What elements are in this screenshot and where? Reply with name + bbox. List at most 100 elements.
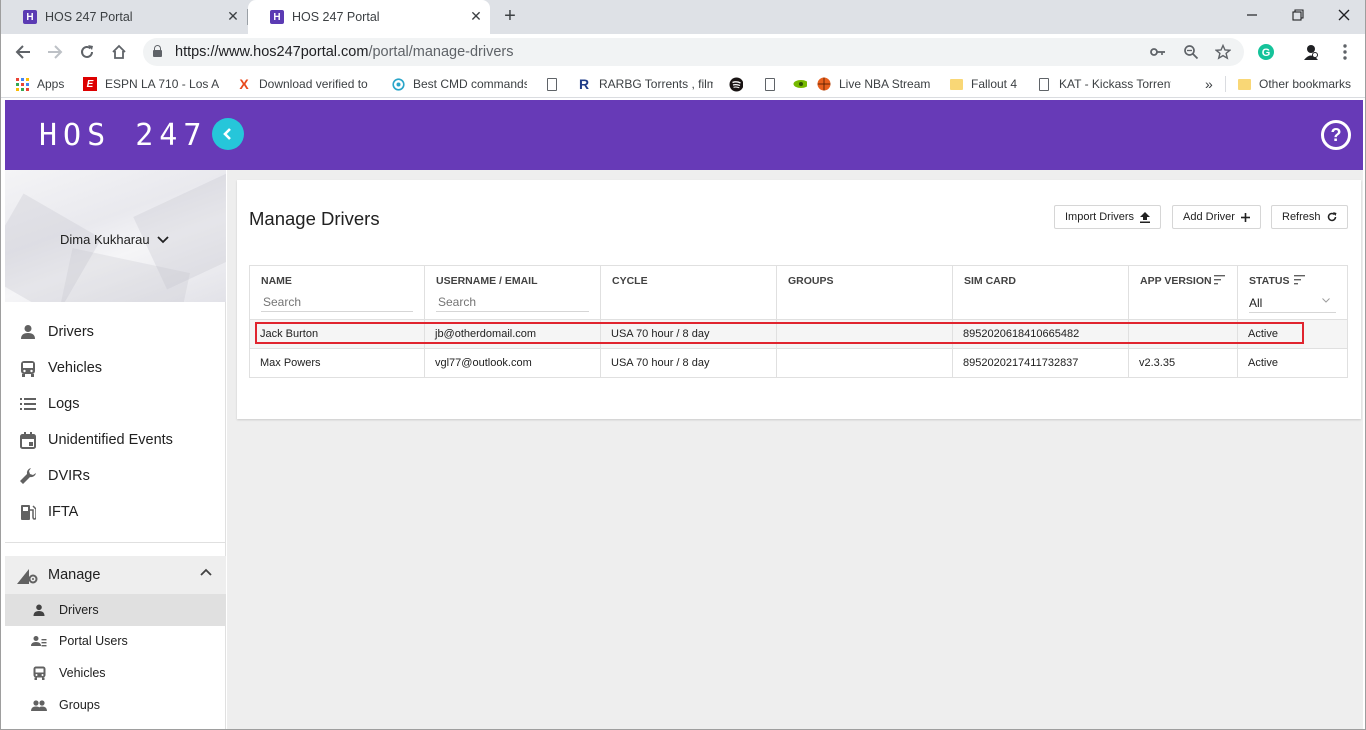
user-menu-toggle[interactable]: Dima Kukharau (60, 232, 169, 247)
sidebar-subitem-label: Drivers (59, 603, 99, 617)
cell-status: Active (1237, 319, 1348, 349)
bookmark-separator (1225, 76, 1226, 92)
sidebar-item-dvirs[interactable]: DVIRs (5, 458, 226, 494)
sidebar-item-drivers[interactable]: Drivers (5, 314, 226, 350)
sidebar-item-label: DVIRs (48, 468, 90, 484)
bookmark-label: ESPN LA 710 - Los An (105, 77, 219, 91)
browser-toolbar: https://www.hos247portal.com/portal/mana… (1, 34, 1365, 70)
sidebar-subitem-groups[interactable]: Groups (5, 689, 226, 721)
bookmark-page-2[interactable] (763, 75, 781, 93)
column-header-status[interactable]: STATUS All (1237, 265, 1348, 320)
bookmark-espn[interactable]: E ESPN LA 710 - Los An (83, 75, 219, 93)
x-icon: X (239, 76, 249, 92)
help-icon[interactable]: ? (1321, 120, 1351, 150)
table-row[interactable]: Jack Burton jb@otherdomail.com USA 70 ho… (249, 319, 1348, 349)
sidebar-group-manage[interactable]: Manage (5, 556, 226, 594)
sidebar-subitem-drivers[interactable]: Drivers (5, 594, 226, 626)
close-tab-icon[interactable]: ✕ (225, 8, 241, 24)
close-window-icon[interactable] (1321, 2, 1365, 28)
key-icon[interactable] (1148, 42, 1168, 62)
bookmark-download-verified[interactable]: X Download verified to (237, 75, 373, 93)
more-bookmarks-chevron-icon[interactable]: » (1205, 75, 1217, 93)
bookmark-live-nba[interactable]: Live NBA Stream (817, 75, 933, 93)
sidebar-item-logs[interactable]: Logs (5, 386, 226, 422)
bookmark-spotify[interactable] (729, 75, 747, 93)
minimize-icon[interactable] (1229, 2, 1275, 28)
folder-icon (949, 77, 963, 91)
bookmark-other-bookmarks[interactable]: Other bookmarks (1237, 75, 1357, 93)
sidebar-item-label: Unidentified Events (48, 432, 173, 448)
sort-filter-icon[interactable] (1294, 275, 1306, 285)
bookmark-eye[interactable] (793, 75, 811, 93)
cell-status: Active (1237, 348, 1348, 378)
bookmark-fallout-4[interactable]: Fallout 4 (949, 75, 1029, 93)
cell-groups (776, 348, 953, 378)
column-header-app-version[interactable]: APP VERSION (1128, 265, 1238, 320)
cell-email: jb@otherdomail.com (424, 319, 601, 349)
grammarly-icon[interactable]: G (1256, 42, 1276, 62)
button-label: Refresh (1282, 211, 1321, 223)
new-tab-plus-icon[interactable]: + (500, 5, 520, 27)
zoom-icon[interactable] (1181, 42, 1201, 62)
bookmark-label: Other bookmarks (1259, 77, 1352, 91)
browser-tab-2-active[interactable]: H HOS 247 Portal ✕ (248, 0, 490, 34)
user-profile-panel: Dima Kukharau (5, 170, 226, 302)
chevron-left-icon (223, 128, 231, 140)
bookmark-best-cmd[interactable]: Best CMD commands (391, 75, 527, 93)
sidebar-item-vehicles[interactable]: Vehicles (5, 350, 226, 386)
bookmark-rarbg[interactable]: R RARBG Torrents , film (577, 75, 713, 93)
sidebar-item-ifta[interactable]: IFTA (5, 494, 226, 530)
email-search-input[interactable] (436, 293, 589, 312)
bookmark-label: Fallout 4 (971, 77, 1018, 91)
name-search-input[interactable] (261, 293, 413, 312)
refresh-button[interactable]: Refresh (1271, 205, 1348, 229)
cell-sim-card: 8952020618410665482 (952, 319, 1129, 349)
sidebar-item-unidentified-events[interactable]: Unidentified Events (5, 422, 226, 458)
hos-favicon-icon: H (23, 10, 37, 24)
cell-app-version (1128, 319, 1238, 349)
url-host: https://www.hos247portal.com (175, 44, 369, 60)
upload-icon (1140, 211, 1151, 223)
bookmark-apps[interactable]: Apps (15, 75, 75, 93)
collapse-sidebar-button[interactable] (212, 118, 244, 150)
back-arrow-icon[interactable] (11, 40, 35, 64)
hos247-logo[interactable]: HOS 247 (39, 121, 207, 151)
basketball-icon (817, 77, 831, 91)
address-bar[interactable]: https://www.hos247portal.com/portal/mana… (143, 38, 1244, 66)
sidebar-subitem-portal-users[interactable]: Portal Users (5, 625, 226, 657)
tab-title: HOS 247 Portal (292, 10, 380, 24)
column-header-email: USERNAME / EMAIL (424, 265, 601, 320)
menu-kebab-icon[interactable] (1335, 42, 1355, 62)
browser-tab-1[interactable]: H HOS 247 Portal ✕ (1, 0, 247, 34)
cell-cycle: USA 70 hour / 8 day (600, 348, 777, 378)
star-bookmark-icon[interactable] (1213, 42, 1233, 62)
column-label: CYCLE (612, 275, 648, 287)
lock-icon (153, 45, 162, 57)
cell-app-version: v2.3.35 (1128, 348, 1238, 378)
app-header: HOS 247 ? (5, 100, 1363, 170)
sidebar-subitem-vehicles[interactable]: Vehicles (5, 657, 226, 689)
svg-text:G: G (1262, 47, 1271, 59)
tab-strip: H HOS 247 Portal ✕ H HOS 247 Portal ✕ + (1, 0, 1365, 34)
bookmark-page-1[interactable] (545, 75, 563, 93)
profile-avatar-icon[interactable] (1301, 42, 1321, 62)
cell-email: vgl77@outlook.com (424, 348, 601, 378)
group-icon (31, 697, 47, 713)
add-driver-button[interactable]: Add Driver (1172, 205, 1261, 229)
status-filter-select[interactable]: All (1249, 293, 1336, 313)
reload-icon[interactable] (75, 40, 99, 64)
espn-icon: E (83, 77, 97, 91)
restore-icon[interactable] (1275, 2, 1321, 28)
cell-cycle: USA 70 hour / 8 day (600, 319, 777, 349)
import-drivers-button[interactable]: Import Drivers (1054, 205, 1162, 229)
home-icon[interactable] (107, 40, 131, 64)
column-label: NAME (261, 275, 292, 287)
main-content: Manage Drivers Import Drivers Add Driver… (227, 170, 1363, 729)
sort-filter-icon[interactable] (1214, 275, 1226, 285)
user-name: Dima Kukharau (60, 232, 150, 247)
table-row[interactable]: Max Powers vgl77@outlook.com USA 70 hour… (249, 348, 1348, 378)
column-label: GROUPS (788, 275, 834, 287)
close-tab-icon[interactable]: ✕ (468, 8, 484, 24)
bookmark-kat[interactable]: KAT - Kickass Torrent (1037, 75, 1171, 93)
forward-arrow-icon[interactable] (43, 40, 67, 64)
